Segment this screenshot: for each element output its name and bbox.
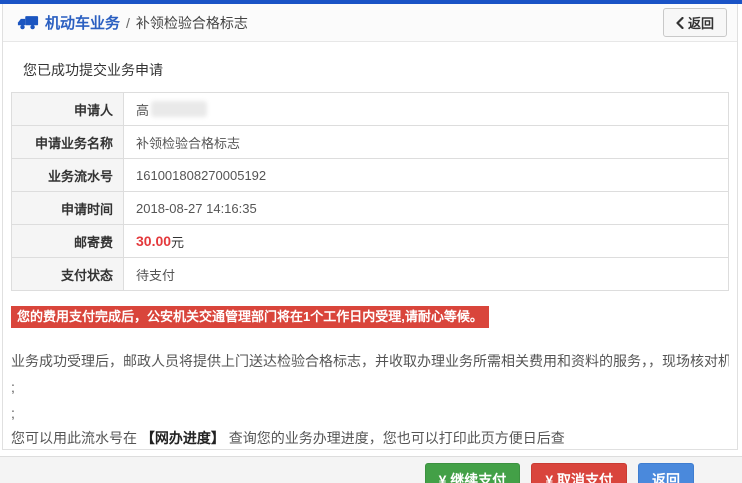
field-value-apply-time: 2018-08-27 14:16:35 bbox=[124, 192, 728, 224]
field-label: 邮寄费 bbox=[12, 225, 124, 257]
continue-payment-button[interactable]: ¥ 继续支付 bbox=[424, 463, 521, 483]
field-value-postage: 30.00 元 bbox=[124, 225, 728, 257]
progress-note-link: 【网办进度】 bbox=[140, 430, 225, 447]
field-label: 业务流水号 bbox=[12, 159, 124, 191]
success-message: 您已成功提交业务申请 bbox=[23, 62, 163, 78]
notice-wrapper: 您的费用支付完成后，公安机关交通管理部门将在1个工作日内受理,请耐心等候。 bbox=[11, 291, 729, 328]
field-label: 申请人 bbox=[12, 93, 124, 125]
header-back-button[interactable]: 返回 bbox=[662, 8, 727, 37]
application-info-table: 申请人 高 申请业务名称 补领检验合格标志 业务流水号 161001808270… bbox=[11, 92, 729, 291]
header-back-label: 返回 bbox=[687, 16, 714, 31]
field-label: 申请业务名称 bbox=[12, 126, 124, 158]
field-label: 支付状态 bbox=[12, 258, 124, 290]
field-value-payment-status: 待支付 bbox=[124, 258, 728, 290]
field-value-business-name: 补领检验合格标志 bbox=[124, 126, 728, 158]
panel-header: 机动车业务 / 补领检验合格标志 返回 bbox=[3, 4, 737, 42]
footer-action-bar: ¥ 继续支付 ¥ 取消支付 返回 bbox=[0, 456, 742, 483]
filler-line: ; bbox=[11, 378, 15, 395]
cancel-payment-button[interactable]: ¥ 取消支付 bbox=[531, 463, 627, 483]
table-row: 支付状态 待支付 bbox=[12, 258, 728, 291]
field-value-applicant: 高 bbox=[124, 93, 728, 125]
applicant-name: 高 bbox=[136, 102, 150, 118]
breadcrumb-current: 补领检验合格标志 bbox=[135, 14, 248, 31]
breadcrumb-separator: / bbox=[126, 14, 130, 31]
progress-note-prefix: 您可以用此流水号在 bbox=[11, 430, 137, 447]
table-row: 申请时间 2018-08-27 14:16:35 bbox=[12, 192, 728, 225]
progress-note-suffix: 查询您的业务办理进度，您也可以打印此页方便日后查 bbox=[228, 430, 565, 447]
postage-amount: 30.00 bbox=[136, 233, 172, 249]
footer-back-button[interactable]: 返回 bbox=[638, 463, 694, 483]
postage-unit: 元 bbox=[171, 234, 185, 250]
table-row: 申请人 高 bbox=[12, 93, 728, 126]
truck-icon bbox=[17, 16, 39, 30]
redacted-text bbox=[151, 101, 208, 117]
panel-body: 您已成功提交业务申请 申请人 高 申请业务名称 补领检验合格标志 业务流水号 1… bbox=[3, 42, 737, 449]
filler-line: ; bbox=[11, 404, 15, 421]
table-row: 邮寄费 30.00 元 bbox=[12, 225, 728, 258]
service-note: 业务成功受理后，邮政人员将提供上门送达检验合格标志，并收取办理业务所需相关费用和… bbox=[11, 352, 729, 369]
progress-note: 您可以用此流水号在 【网办进度】 查询您的业务办理进度，您也可以打印此页方便日后… bbox=[11, 428, 729, 449]
breadcrumb-root[interactable]: 机动车业务 bbox=[45, 12, 120, 33]
field-value-serial-number: 161001808270005192 bbox=[124, 159, 728, 191]
table-row: 业务流水号 161001808270005192 bbox=[12, 159, 728, 192]
table-row: 申请业务名称 补领检验合格标志 bbox=[12, 126, 728, 159]
field-label: 申请时间 bbox=[12, 192, 124, 224]
payment-notice-banner: 您的费用支付完成后，公安机关交通管理部门将在1个工作日内受理,请耐心等候。 bbox=[11, 306, 489, 328]
content-panel: 机动车业务 / 补领检验合格标志 返回 您已成功提交业务申请 申请人 高 申请业… bbox=[2, 4, 738, 451]
chevron-left-icon bbox=[676, 16, 684, 29]
